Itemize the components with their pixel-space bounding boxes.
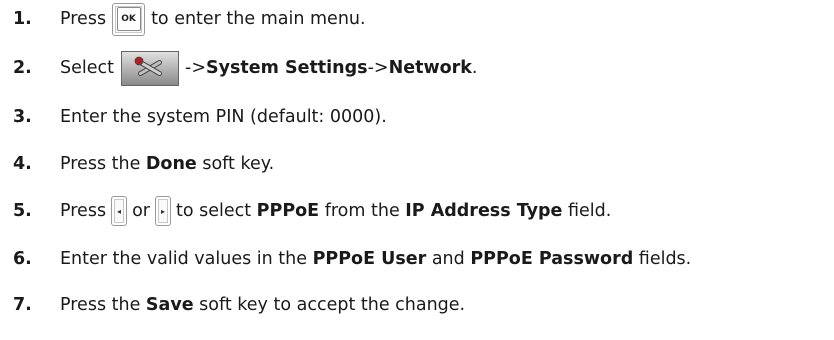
step-text: Enter the system PIN (default: 0000).	[60, 107, 387, 127]
step-text: Press the Save soft key to accept the ch…	[60, 295, 466, 315]
step-number: 1.	[13, 9, 32, 29]
left-arrow-key-icon: ◂	[111, 196, 128, 226]
step-number: 3.	[13, 107, 32, 127]
step-number: 7.	[13, 295, 32, 315]
ok-key-icon: OK	[112, 2, 146, 36]
step-text: Press the Done soft key.	[60, 154, 275, 174]
step-number: 6.	[13, 249, 32, 269]
step-number: 2.	[13, 58, 32, 78]
step-number: 5.	[13, 201, 32, 221]
step-text: Select -> System Settings -> Network .	[60, 50, 477, 86]
step-text: Press ◂ or ▸ to select PPPoE from the IP…	[60, 196, 611, 226]
step-text: Press OK to enter the main menu.	[60, 2, 366, 36]
right-arrow-key-icon: ▸	[154, 196, 171, 226]
step-number: 4.	[13, 154, 32, 174]
tools-icon	[121, 50, 179, 86]
step-text: Enter the valid values in the PPPoE User…	[60, 249, 692, 269]
